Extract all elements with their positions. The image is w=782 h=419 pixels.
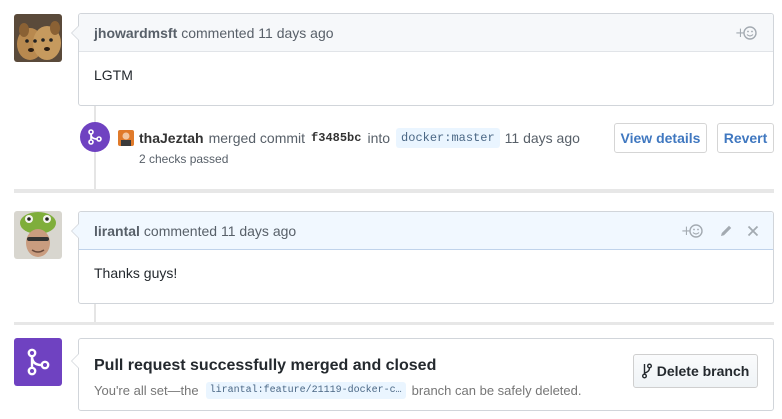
comment-author[interactable]: lirantal <box>94 223 140 239</box>
comment-arrow <box>72 224 79 238</box>
comment-header: lirantal commented 11 days ago + <box>79 212 773 250</box>
merge-author[interactable]: thaJeztah <box>139 130 204 146</box>
merge-status-suffix: branch can be safely deleted. <box>411 383 582 398</box>
pencil-icon[interactable] <box>719 224 733 238</box>
git-branch-icon <box>641 363 652 379</box>
view-details-button[interactable]: View details <box>614 123 707 153</box>
close-icon[interactable] <box>747 225 759 237</box>
target-branch-label: docker:master <box>396 128 500 148</box>
merge-status-description: You're all set—the lirantal:feature/2111… <box>94 382 582 399</box>
comment-body: LGTM <box>94 67 133 83</box>
add-reaction-icon[interactable]: + <box>735 25 759 41</box>
avatar-lirantal[interactable] <box>14 211 62 259</box>
timeline-divider <box>14 322 774 325</box>
merge-status-prefix: You're all set—the <box>94 383 199 398</box>
merge-status-title: Pull request successfully merged and clo… <box>94 357 437 374</box>
git-merge-icon <box>14 338 62 386</box>
comment-header: jhowardmsft commented 11 days ago + <box>79 14 773 52</box>
git-merge-icon <box>80 122 110 152</box>
comment-arrow <box>72 354 79 368</box>
merge-status-box: Pull request successfully merged and clo… <box>71 338 774 411</box>
avatar-thaJeztah[interactable] <box>118 130 134 146</box>
comment-timestamp[interactable]: commented 11 days ago <box>181 25 333 41</box>
comment-author[interactable]: jhowardmsft <box>94 25 177 41</box>
delete-branch-label: Delete branch <box>656 363 750 379</box>
delete-branch-button[interactable]: Delete branch <box>633 354 758 388</box>
merge-event: thaJeztah merged commit f3485bc into doc… <box>118 128 580 148</box>
add-reaction-icon[interactable]: + <box>681 223 705 239</box>
comment-lirantal: lirantal commented 11 days ago + Thanks … <box>71 211 774 304</box>
merge-timestamp[interactable]: 11 days ago <box>505 130 580 146</box>
checks-status: 2 checks passed <box>139 152 229 166</box>
commit-id[interactable]: f3485bc <box>311 131 361 145</box>
comment-timestamp[interactable]: commented 11 days ago <box>144 223 296 239</box>
source-branch-label: lirantal:feature/21119-docker-c… <box>205 382 406 399</box>
merge-into: into <box>367 130 391 146</box>
comment-arrow <box>72 26 79 40</box>
timeline-divider <box>14 189 774 193</box>
comment-jhowardmsft: jhowardmsft commented 11 days ago + LGTM <box>71 13 774 106</box>
revert-button[interactable]: Revert <box>717 123 774 153</box>
merge-action: merged commit <box>208 130 306 146</box>
avatar-jhowardmsft[interactable] <box>14 14 62 62</box>
timeline-line <box>94 303 96 323</box>
comment-body: Thanks guys! <box>94 265 178 281</box>
